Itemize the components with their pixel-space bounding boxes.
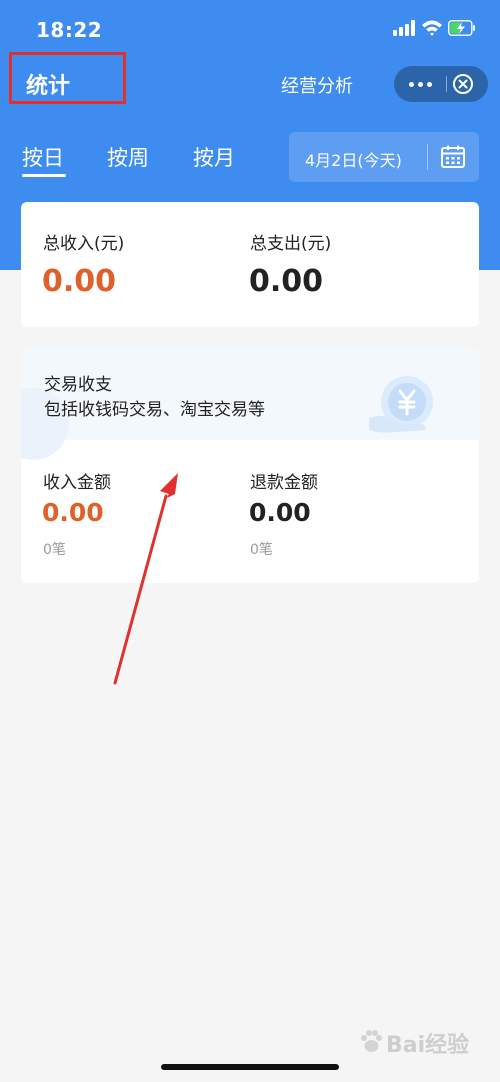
more-icon[interactable] (394, 66, 446, 102)
miniprogram-capsule (394, 66, 488, 102)
date-divider (427, 144, 428, 170)
income-amount-label: 收入金额 (43, 473, 111, 493)
refund-amount-value: 0.00 (249, 498, 311, 527)
tab-active-indicator (22, 174, 66, 177)
trade-banner: 交易收支 包括收钱码交易、淘宝交易等 (21, 348, 479, 460)
date-label: 4月2日(今天) (305, 151, 402, 170)
battery-charging-icon (448, 20, 475, 36)
close-circle-icon[interactable] (452, 73, 474, 95)
baidu-watermark: Bai经验 (350, 1025, 490, 1065)
total-expense-label: 总支出(元) (250, 234, 332, 254)
wifi-icon (422, 20, 442, 36)
total-expense-value: 0.00 (249, 264, 324, 299)
cellular-signal-icon (393, 20, 417, 36)
income-amount-value: 0.00 (42, 498, 104, 527)
trade-title: 交易收支 (44, 375, 112, 395)
trade-subtitle: 包括收钱码交易、淘宝交易等 (44, 400, 265, 420)
status-bar: 18:22 (0, 0, 500, 60)
capsule-divider (446, 76, 447, 92)
total-income-value: 0.00 (42, 264, 117, 299)
tab-month[interactable]: 按月 (193, 142, 235, 172)
yen-coin-hand-icon (369, 376, 433, 433)
screen: 18:22 统计 经营分析 按日 按周 按月 4月2日(今天) 总收入(元) 0… (0, 0, 500, 1082)
home-indicator (161, 1064, 339, 1070)
tab-day[interactable]: 按日 (22, 142, 64, 172)
calendar-icon[interactable] (440, 144, 466, 170)
income-count: 0笔 (43, 542, 66, 558)
business-analysis-link[interactable]: 经营分析 (281, 72, 353, 98)
tab-week[interactable]: 按周 (107, 142, 149, 172)
total-income-label: 总收入(元) (43, 234, 125, 254)
title-annotation-box (9, 52, 126, 104)
trade-card[interactable]: 交易收支 包括收钱码交易、淘宝交易等 收入金额 0.00 0笔 退款金额 0.0… (21, 348, 479, 583)
watermark-text: Bai经验 (386, 1033, 470, 1058)
summary-card: 总收入(元) 0.00 总支出(元) 0.00 (21, 202, 479, 327)
date-picker[interactable]: 4月2日(今天) (289, 132, 479, 182)
refund-count: 0笔 (250, 542, 273, 558)
status-time: 18:22 (36, 18, 103, 42)
refund-amount-label: 退款金额 (250, 473, 318, 493)
paw-logo-icon (361, 1030, 382, 1052)
